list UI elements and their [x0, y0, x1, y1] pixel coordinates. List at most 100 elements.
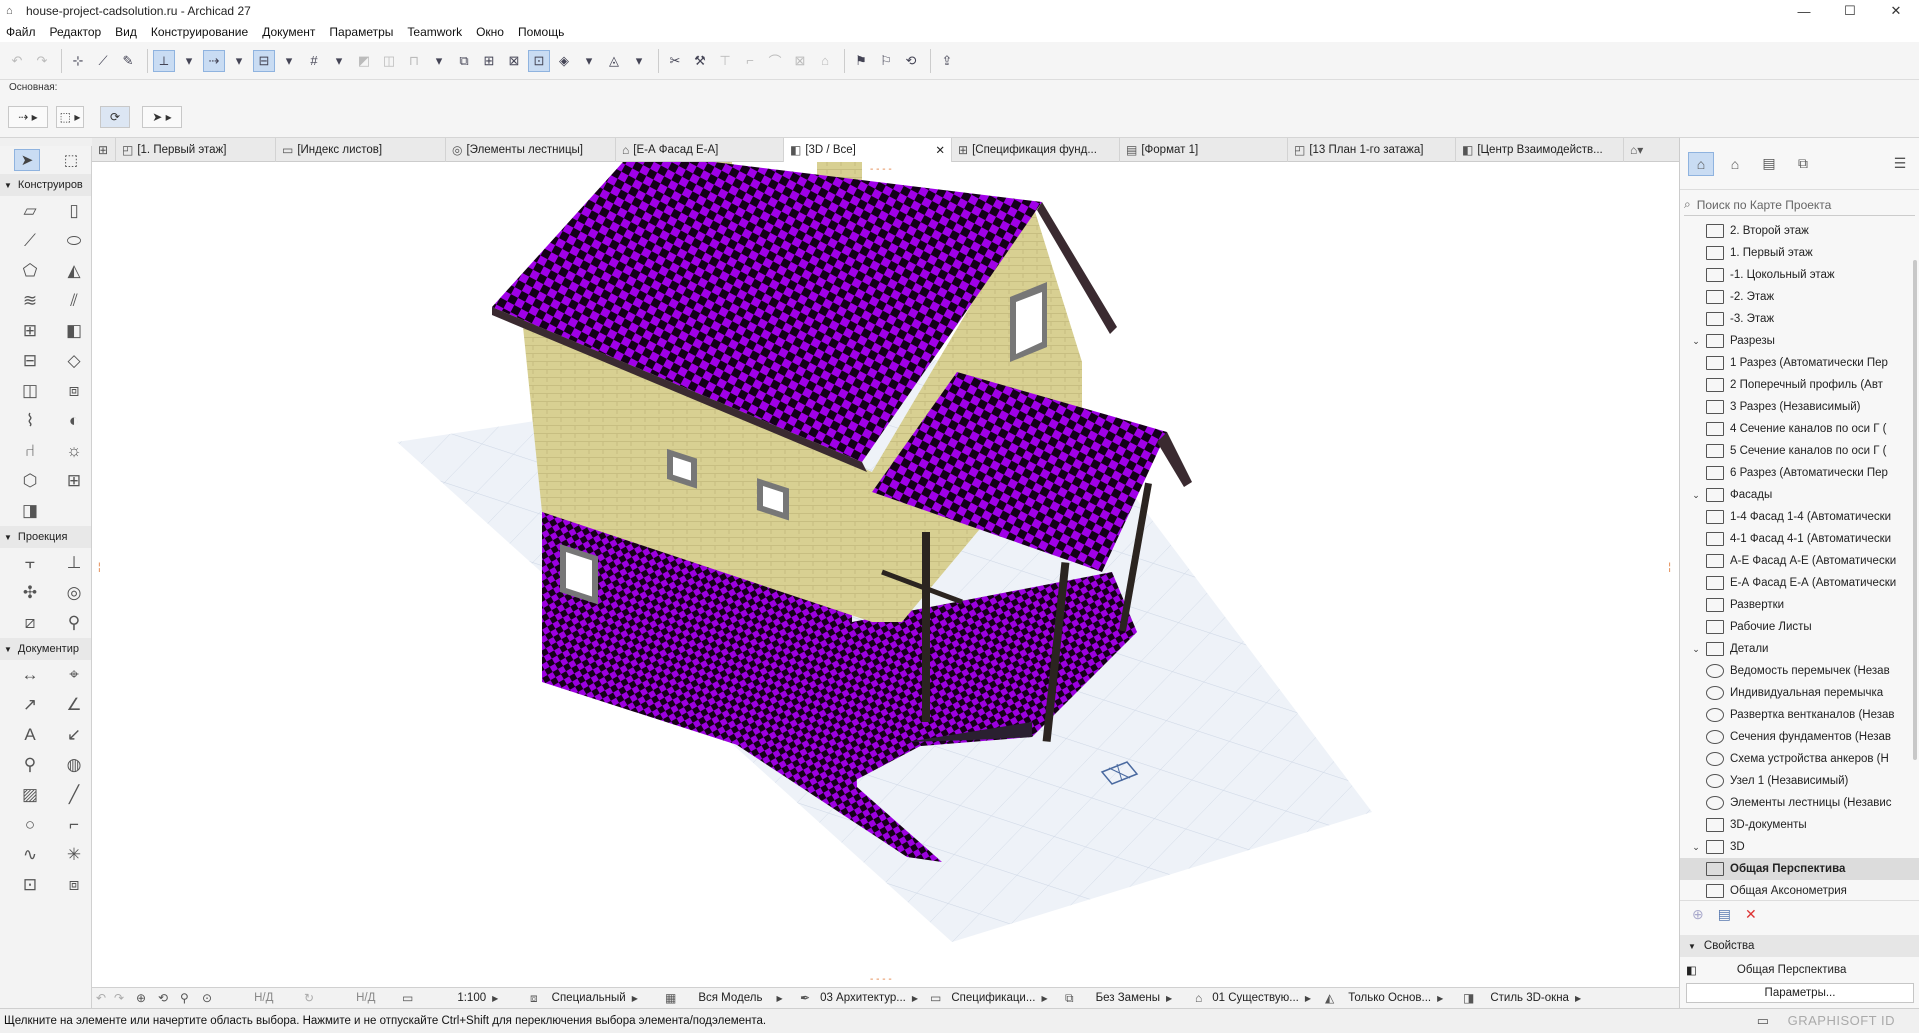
tab-foundation-schedule[interactable]: ⊞ [Спецификация фунд...	[952, 137, 1120, 162]
tab-overview[interactable]: ⊞	[92, 137, 116, 162]
trace-icon[interactable]: ◩	[353, 50, 375, 72]
renovation-icon[interactable]: ⟲	[900, 50, 922, 72]
spline-tool-icon[interactable]: ∿	[8, 840, 52, 870]
tree-item[interactable]: 4-1 Фасад 4-1 (Автоматически	[1680, 528, 1919, 550]
align-icon[interactable]: ⊞	[478, 50, 500, 72]
trim-icon[interactable]: ⊤	[714, 50, 736, 72]
opening-tool-icon[interactable]: ◫	[8, 376, 52, 406]
layer-icon[interactable]: ◫	[378, 50, 400, 72]
object-tool-icon[interactable]: ⧈	[52, 376, 96, 406]
navigator-scrollbar[interactable]	[1913, 260, 1917, 760]
pointer-control[interactable]: ➤ ▸	[142, 106, 182, 128]
section-design[interactable]: ▼ Конструиров	[0, 174, 91, 196]
tree-item[interactable]: -1. Цокольный этаж	[1680, 264, 1919, 286]
menu-options[interactable]: Параметры	[329, 25, 393, 39]
scissors-icon[interactable]: ✂	[664, 50, 686, 72]
tree-folder-worksheets[interactable]: Рабочие Листы	[1680, 616, 1919, 638]
marker-tool-icon[interactable]: ⚲	[8, 750, 52, 780]
hammer-icon[interactable]: ⚒	[689, 50, 711, 72]
arrow-tool-icon[interactable]: ➤	[14, 149, 40, 171]
roof-tool-icon[interactable]: ⬠	[8, 256, 52, 286]
tab-sheet-index[interactable]: ▭ [Индекс листов]	[276, 137, 446, 162]
radial-dimension-tool-icon[interactable]: ↗	[8, 690, 52, 720]
issue-icon[interactable]: ⚐	[875, 50, 897, 72]
figure-tool-icon[interactable]: ⊡	[8, 870, 52, 900]
selection-method-control[interactable]: ⇢ ▸	[8, 106, 48, 128]
publisher-icon[interactable]: ⧉	[1790, 152, 1816, 176]
label-tool-icon[interactable]: ↙	[52, 720, 96, 750]
dropdown-arrow-icon[interactable]: ▾	[178, 50, 200, 72]
expand-arrow-icon[interactable]: ⌄	[1690, 490, 1702, 501]
intersect-icon[interactable]: ⌐	[739, 50, 761, 72]
tree-item[interactable]: 1. Первый этаж	[1680, 242, 1919, 264]
menu-design[interactable]: Конструирование	[151, 25, 248, 39]
grid-snap-icon[interactable]: #	[303, 50, 325, 72]
eyedropper-icon[interactable]: ✎	[117, 50, 139, 72]
tab-list-dropdown[interactable]: ⌂▾	[1624, 138, 1679, 162]
walk-icon[interactable]: ⚲	[180, 991, 202, 1005]
layer-combination-control[interactable]: ▦ Вся Модель ▶	[665, 991, 800, 1005]
expand-arrow-icon[interactable]: ⌄	[1690, 842, 1702, 853]
model-view-control[interactable]: ▭ Спецификаци... ▶	[930, 991, 1065, 1005]
dropdown-arrow-icon[interactable]: ▾	[278, 50, 300, 72]
worksheet-tool-icon[interactable]: ◎	[52, 578, 96, 608]
zoom-in-icon[interactable]: ⊕	[136, 991, 158, 1005]
new-view-icon[interactable]: ⊕	[1692, 906, 1704, 923]
tree-item[interactable]: 1-4 Фасад 1-4 (Автоматически	[1680, 506, 1919, 528]
camera-tool-icon[interactable]: ⚲	[52, 608, 96, 638]
group-icon[interactable]: ⧉	[453, 50, 475, 72]
tree-item[interactable]: 5 Сечение каналов по оси Г (	[1680, 440, 1919, 462]
orbit-icon[interactable]: ⟲	[158, 991, 180, 1005]
change-tool-icon[interactable]: ◍	[52, 750, 96, 780]
lock-icon[interactable]: ⊓	[403, 50, 425, 72]
slab-tool-icon[interactable]: ⬭	[52, 226, 96, 256]
3d-viewport[interactable]: - - - - ¦ ¦ - - - -	[92, 162, 1679, 987]
3d-style-icon[interactable]: ◬	[603, 50, 625, 72]
folder-icon[interactable]: ▤	[1718, 906, 1731, 923]
rotate-marquee-control[interactable]: ⟳	[100, 106, 130, 128]
tree-item[interactable]: -2. Этаж	[1680, 286, 1919, 308]
tree-item[interactable]: 4 Сечение каналов по оси Г (	[1680, 418, 1919, 440]
dropdown-arrow-icon[interactable]: ▾	[328, 50, 350, 72]
drawing-tool-icon[interactable]: ⧈	[52, 870, 96, 900]
maximize-button[interactable]: ☐	[1827, 0, 1873, 22]
grid-element-tool-icon[interactable]: ⊞	[52, 466, 96, 496]
flag-icon[interactable]: ⚑	[850, 50, 872, 72]
tree-item[interactable]: А-Е Фасад А-Е (Автоматически	[1680, 550, 1919, 572]
close-button[interactable]: ✕	[1873, 0, 1919, 22]
message-icon[interactable]: ▭	[1757, 1013, 1769, 1029]
3d-style-control[interactable]: ◨ Стиль 3D-окна ▶	[1463, 991, 1593, 1005]
tree-item-selected[interactable]: Общая Перспектива	[1680, 858, 1919, 880]
3d-navigation-icon[interactable]: ◈	[553, 50, 575, 72]
tree-item[interactable]: Индивидуальная перемычка	[1680, 682, 1919, 704]
redo-icon[interactable]: ↷	[31, 50, 53, 72]
distribute-icon[interactable]: ⊠	[503, 50, 525, 72]
hotspot-tool-icon[interactable]: ✳	[52, 840, 96, 870]
pen-set-control[interactable]: ✒ 03 Архитектур... ▶	[800, 991, 930, 1005]
tree-item[interactable]: Сечения фундаментов (Незав	[1680, 726, 1919, 748]
menu-view[interactable]: Вид	[115, 25, 137, 39]
railing-tool-icon[interactable]: ⫽	[52, 286, 96, 316]
tree-item[interactable]: Узел 1 (Независимый)	[1680, 770, 1919, 792]
viewport-right-handle[interactable]: ¦	[1668, 562, 1671, 573]
navigator-menu-icon[interactable]: ☰	[1887, 152, 1913, 176]
dropdown-arrow-icon[interactable]: ▾	[228, 50, 250, 72]
explode-icon[interactable]: ⊠	[789, 50, 811, 72]
shell-tool-icon[interactable]: ◭	[52, 256, 96, 286]
circle-tool-icon[interactable]: ○	[8, 810, 52, 840]
stair-tool-icon[interactable]: ≋	[8, 286, 52, 316]
marquee-control[interactable]: ⬚ ▸	[56, 106, 84, 128]
lamp-tool-icon[interactable]: ☼	[52, 436, 96, 466]
column-tool-icon[interactable]: ▯	[52, 196, 96, 226]
undo-icon[interactable]: ↶	[6, 50, 28, 72]
layout-book-icon[interactable]: ▤	[1756, 152, 1782, 176]
project-map-icon[interactable]: ⌂	[1688, 151, 1714, 176]
structure-display-control[interactable]: ⧈ Специальный ▶	[530, 991, 665, 1006]
tab-elevation-ea[interactable]: ⌂ [Е-А Фасад Е-А]	[616, 137, 784, 162]
graphic-override-control[interactable]: ⧉ Без Замены ▶	[1065, 991, 1195, 1006]
tree-item[interactable]: Е-А Фасад Е-А (Автоматически	[1680, 572, 1919, 594]
tree-item[interactable]: 3 Разрез (Независимый)	[1680, 396, 1919, 418]
skylight-tool-icon[interactable]: ◇	[52, 346, 96, 376]
zoom-control[interactable]: ⊙ Н/Д	[202, 991, 304, 1005]
zone-tool-icon[interactable]: ⬡	[8, 466, 52, 496]
